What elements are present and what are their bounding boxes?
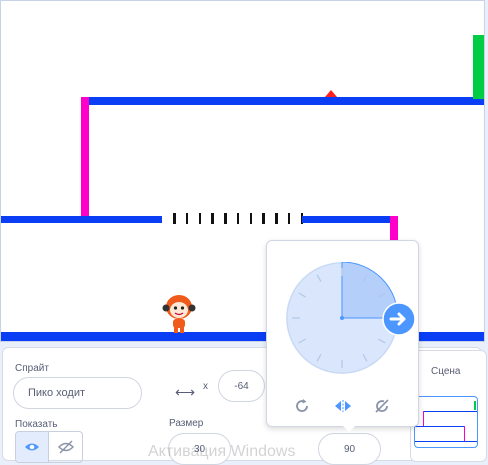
left-middle-platform [1, 216, 162, 223]
sprite-name-field[interactable]: Пико ходит [13, 377, 142, 409]
scene-thumbnail[interactable] [414, 396, 478, 448]
pico-sprite[interactable] [161, 293, 197, 335]
visibility-toggle [15, 431, 83, 463]
right-middle-platform [302, 216, 397, 223]
goal-block [473, 35, 484, 99]
upper-wall [81, 97, 89, 217]
eye-off-icon [57, 440, 74, 454]
red-marker [325, 90, 337, 97]
left-right-icon [335, 400, 351, 412]
horizontal-arrows-icon: ⟷ [175, 384, 196, 400]
direction-field[interactable]: 90 [318, 433, 381, 465]
all-around-icon [296, 399, 308, 412]
windows-activation-watermark: Активация Windows [148, 443, 296, 460]
dont-rotate-icon [375, 399, 389, 413]
show-button[interactable] [16, 432, 49, 462]
hide-button[interactable] [49, 432, 82, 462]
all-around-button[interactable] [293, 397, 311, 415]
scene-title: Сцена [431, 366, 461, 377]
spike-row [173, 213, 303, 224]
dont-rotate-button[interactable] [373, 397, 391, 415]
direction-handle[interactable] [382, 302, 416, 336]
x-label: x [203, 381, 208, 392]
popover-caret [343, 426, 355, 432]
size-label: Размер [169, 418, 204, 429]
upper-platform [81, 97, 484, 105]
sprite-label: Спрайт [15, 363, 49, 374]
eye-icon [25, 443, 39, 451]
left-right-button[interactable] [334, 397, 352, 415]
show-label: Показать [15, 419, 58, 430]
x-position-field[interactable]: -64 [218, 370, 265, 402]
